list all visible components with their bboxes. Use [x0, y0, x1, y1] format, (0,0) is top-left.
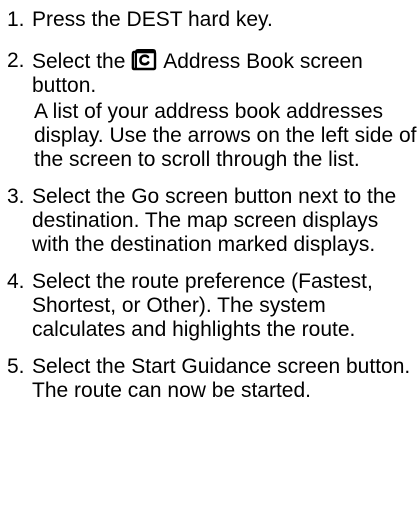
step-3: 3. Select the Go screen button next to t… — [0, 185, 417, 257]
step-text: Select the Go screen button next to the … — [32, 185, 397, 256]
step-number: 3. — [7, 185, 25, 208]
step-text-before-icon: Select the — [32, 50, 126, 73]
instruction-steps: 1. Press the DEST hard key. 2. Select th… — [0, 0, 417, 403]
step-number: 5. — [7, 355, 25, 378]
address-book-icon — [131, 49, 157, 71]
step-text: Select the route preference (Fastest, Sh… — [32, 270, 373, 341]
step-4: 4. Select the route preference (Fastest,… — [0, 270, 417, 342]
step-number: 1. — [7, 8, 25, 31]
step-text: Select the Address Book screen button. — [32, 49, 417, 98]
step-note: A list of your address book addresses di… — [34, 100, 417, 171]
step-5: 5. Select the Start Guidance screen butt… — [0, 355, 417, 403]
step-text: Select the Start Guidance screen button.… — [32, 355, 411, 402]
step-2: 2. Select the Address Book screen button… — [0, 49, 417, 172]
step-text: Press the DEST hard key. — [32, 8, 273, 31]
step-number: 2. — [7, 49, 25, 72]
step-number: 4. — [7, 270, 25, 293]
step-1: 1. Press the DEST hard key. — [0, 8, 417, 32]
